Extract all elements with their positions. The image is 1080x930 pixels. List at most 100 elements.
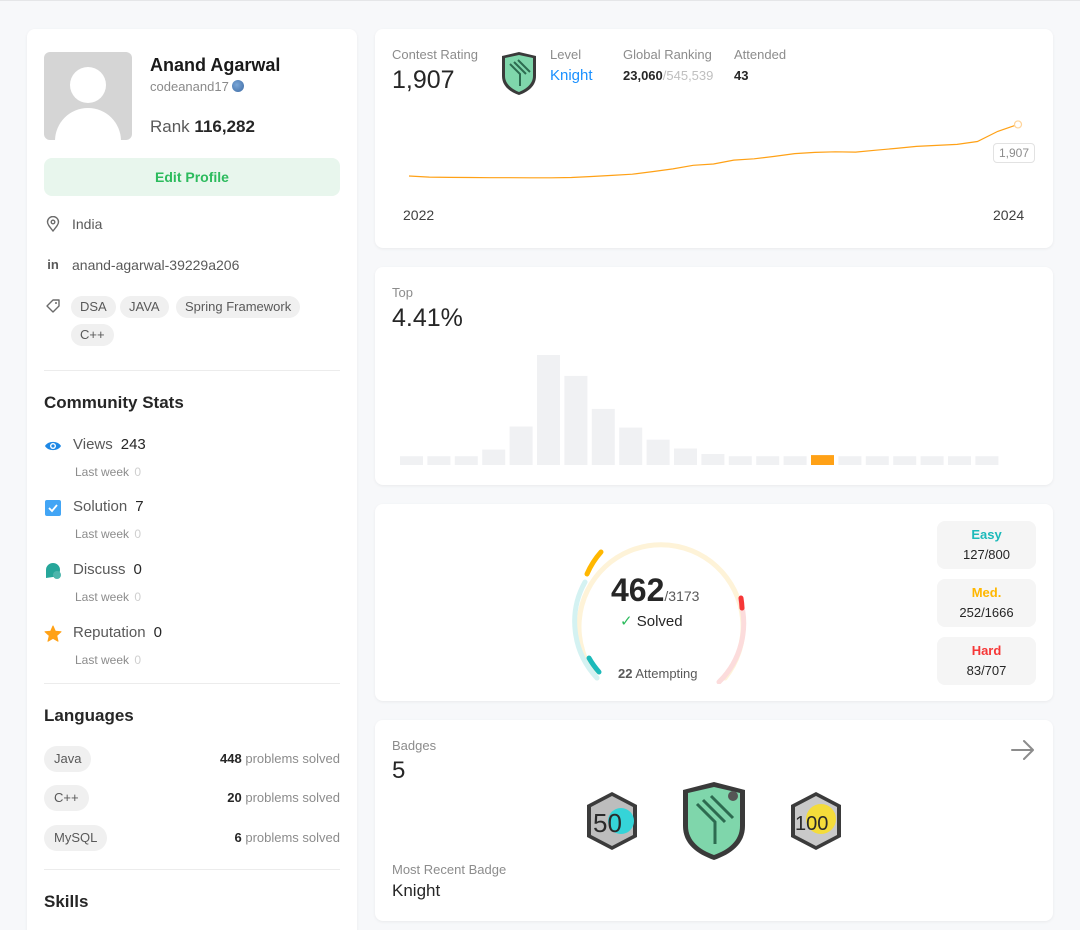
rating-series-line (408, 123, 1019, 179)
difficulty-name: Med. (971, 585, 1002, 600)
skill-tag[interactable]: Spring Framework (176, 296, 301, 318)
x-axis-end: 2024 (993, 207, 1025, 223)
badge-100-days[interactable]: 100 (787, 790, 845, 857)
profile-rank: Rank 116,282 (150, 117, 255, 136)
linkedin-icon: in (47, 257, 59, 272)
difficulty-medium[interactable]: Med. 252/1666 (937, 579, 1036, 627)
difficulty-name: Easy (971, 527, 1002, 542)
profile-card: Anand Agarwal codeanand17 Rank 116,282 E… (27, 29, 357, 930)
location-text: India (72, 216, 103, 232)
recent-badge-value: Knight (392, 881, 441, 900)
distribution-bar (482, 449, 506, 465)
global-ranking-total: /545,539 (662, 68, 714, 83)
globe-icon (231, 80, 244, 92)
discuss-bubble-icon (44, 562, 62, 580)
skill-tag[interactable]: JAVA (120, 296, 169, 318)
contest-rating-card: Contest Rating 1,907 Level Knight Global… (375, 29, 1053, 248)
edit-profile-button[interactable]: Edit Profile (44, 158, 340, 196)
attended-value: 43 (734, 68, 749, 83)
top-value: 4.41% (392, 304, 463, 332)
top-border (0, 0, 1080, 3)
distribution-bar (646, 439, 670, 465)
attempting-label: Attempting (635, 666, 698, 681)
language-tag[interactable]: MySQL (44, 825, 108, 851)
difficulty-hard[interactable]: Hard 83/707 (937, 637, 1036, 685)
language-count: 20 (227, 790, 242, 805)
distribution-bar (400, 456, 423, 465)
attempting-count: 22 (618, 666, 633, 681)
stat-sub-value: 0 (134, 653, 142, 667)
difficulty-value: 252/1666 (959, 605, 1014, 620)
languages-title: Languages (44, 706, 134, 725)
solved-problems-card: 462/3173 ✓ Solved 22 Attempting Easy 127… (375, 504, 1053, 701)
top-label: Top (392, 285, 413, 300)
stat-views: Views 243 Last week 0 (44, 434, 340, 480)
stat-value: 7 (135, 498, 144, 515)
stat-sub-label: Last week (75, 527, 130, 541)
level-value[interactable]: Knight (550, 67, 593, 84)
avatar[interactable] (44, 52, 132, 140)
skill-tag[interactable]: C++ (71, 324, 114, 346)
arrow-right-icon[interactable] (1010, 738, 1036, 767)
community-stats-title: Community Stats (44, 393, 184, 412)
stat-label: Reputation (73, 624, 146, 641)
stat-solution: Solution 7 Last week 0 (44, 496, 340, 542)
distribution-bar (509, 426, 533, 465)
check-icon: ✓ (620, 613, 633, 630)
badge-50-days[interactable]: 50 (583, 790, 641, 857)
distribution-bar (865, 456, 889, 465)
solved-total: /3173 (664, 588, 700, 604)
stat-sub-value: 0 (134, 590, 142, 604)
rating-tooltip: 1,907 (993, 143, 1036, 163)
recent-badge-label: Most Recent Badge (392, 862, 507, 877)
distribution-bar-current (811, 455, 834, 465)
skills-title: Skills (44, 892, 89, 911)
language-row: C++ 20 problems solved (44, 785, 340, 811)
stat-value: 0 (133, 561, 142, 578)
contest-rating-value: 1,907 (392, 66, 455, 94)
top-percent-card: Top 4.41% (375, 267, 1053, 485)
difficulty-name: Hard (971, 643, 1002, 658)
divider (44, 869, 340, 870)
difficulty-value: 127/800 (963, 547, 1010, 562)
distribution-bar (975, 456, 999, 465)
distribution-bar (783, 456, 807, 465)
stat-value: 243 (120, 436, 146, 453)
stat-sub-label: Last week (75, 465, 130, 479)
language-count: 6 (234, 830, 242, 845)
global-ranking-value: 23,060 (623, 68, 663, 83)
distribution-bar (427, 456, 451, 465)
badges-count: 5 (392, 757, 406, 784)
distribution-bar (893, 456, 917, 465)
rating-distribution-chart[interactable] (375, 347, 1053, 467)
distribution-bar (674, 448, 697, 465)
distribution-bar (701, 454, 725, 465)
stat-label: Discuss (73, 561, 126, 578)
distribution-bar (728, 456, 752, 465)
skill-tag[interactable]: DSA (71, 296, 116, 318)
rating-line-chart[interactable] (375, 109, 1053, 219)
distribution-bar (756, 456, 780, 465)
stat-discuss: Discuss 0 Last week 0 (44, 559, 340, 605)
solution-check-icon (44, 499, 62, 517)
stat-sub-label: Last week (75, 653, 130, 667)
attended-label: Attended (734, 47, 787, 62)
stat-value: 0 (153, 624, 162, 641)
knight-badge-icon[interactable] (498, 50, 540, 101)
badge-50-text: 50 (593, 808, 622, 838)
stat-sub-value: 0 (134, 465, 142, 479)
language-row: Java 448 problems solved (44, 746, 340, 772)
language-tag[interactable]: Java (44, 746, 92, 772)
difficulty-easy[interactable]: Easy 127/800 (937, 521, 1036, 569)
stat-label: Views (73, 436, 113, 453)
badge-knight[interactable] (677, 780, 751, 867)
distribution-bar (537, 355, 560, 465)
distribution-bar (591, 408, 615, 465)
star-icon (44, 625, 62, 643)
language-tag[interactable]: C++ (44, 785, 89, 811)
stat-label: Solution (73, 498, 128, 515)
stat-sub-label: Last week (75, 590, 130, 604)
linkedin-text[interactable]: anand-agarwal-39229a206 (72, 257, 239, 273)
language-suffix: problems solved (245, 830, 340, 845)
difficulty-value: 83/707 (966, 663, 1007, 678)
